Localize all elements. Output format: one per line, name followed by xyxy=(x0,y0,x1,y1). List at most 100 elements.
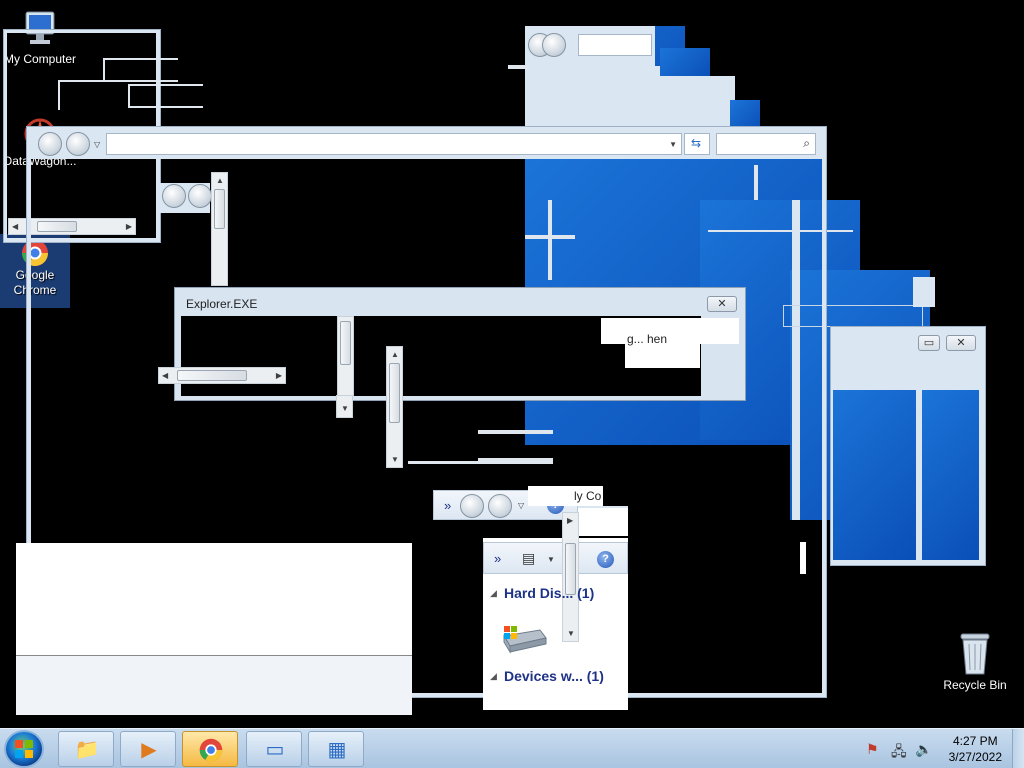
taskbar: 📁 ▶ ▭ ▦ ⚑ 🖧 🔈 4:27 PM 3/27/2022 xyxy=(0,728,1024,768)
hard-disk-icon[interactable] xyxy=(500,624,548,654)
collapse-icon[interactable]: ◢ xyxy=(490,588,497,598)
tree-line xyxy=(128,106,203,108)
recycle-bin-icon xyxy=(960,633,990,675)
recent-pages-icon[interactable]: ▽ xyxy=(94,140,100,150)
title-fragment-text: ly Co xyxy=(574,489,602,503)
content-fragment xyxy=(578,506,628,536)
help-icon[interactable]: ? xyxy=(597,551,614,568)
back-button[interactable] xyxy=(162,184,186,208)
line-fragment xyxy=(508,65,528,69)
close-button[interactable]: ✕ xyxy=(946,335,976,351)
group-header-devices[interactable]: Devices w... (1) xyxy=(504,668,604,684)
chrome-icon xyxy=(199,738,223,762)
vertical-scrollbar[interactable]: ▲ xyxy=(211,172,228,286)
taskbar-explorer-button[interactable]: 📁 xyxy=(58,731,114,767)
taskbar-app-button[interactable]: ▭ xyxy=(246,731,302,767)
app-icon: ▭ xyxy=(265,739,285,761)
forward-button[interactable] xyxy=(188,184,212,208)
scroll-down-arrow-icon[interactable]: ▼ xyxy=(567,629,575,639)
close-button[interactable]: ✕ xyxy=(707,296,737,312)
action-center-icon[interactable]: ⚑ xyxy=(866,741,879,758)
start-button[interactable] xyxy=(4,730,44,768)
back-button[interactable] xyxy=(38,132,62,156)
tree-line xyxy=(58,80,60,110)
status-panel xyxy=(16,655,412,715)
window-edge xyxy=(913,277,935,307)
group-header-hard-disk[interactable]: Hard Dis... (1) xyxy=(504,585,594,601)
content-panel xyxy=(16,543,412,655)
search-icon: ⌕ xyxy=(803,136,810,150)
windows-logo-icon xyxy=(15,740,33,758)
content-fragment xyxy=(601,318,739,344)
clock-date: 3/27/2022 xyxy=(948,750,1002,764)
forward-button[interactable] xyxy=(66,132,90,156)
chevron-icon[interactable]: » xyxy=(444,498,451,513)
tree-line xyxy=(128,84,203,86)
taskbar-media-player-button[interactable]: ▶ xyxy=(120,731,176,767)
network-icon[interactable]: 🖧 xyxy=(891,741,907,765)
search-box[interactable]: ⌕ xyxy=(716,133,816,155)
scrollbar-thumb[interactable] xyxy=(389,363,400,423)
scroll-up-arrow-icon[interactable]: ▲ xyxy=(391,350,399,360)
clock[interactable]: 4:27 PM 3/27/2022 xyxy=(949,733,1002,765)
desktop-icon-recycle-bin[interactable]: Recycle Bin xyxy=(935,630,1015,693)
address-bar[interactable]: ▼ xyxy=(106,133,682,155)
tree-line xyxy=(103,58,105,80)
desktop-icon-label: Recycle Bin xyxy=(943,678,1007,692)
scroll-down-arrow-icon[interactable]: ▼ xyxy=(341,404,349,414)
chevron-icon[interactable]: » xyxy=(494,551,501,566)
scroll-up-arrow-icon[interactable]: ▲ xyxy=(216,176,224,186)
scroll-up-arrow-icon[interactable]: ▶ xyxy=(567,516,573,526)
line-fragment xyxy=(408,461,553,464)
scrollbar-thumb[interactable] xyxy=(340,321,351,365)
window-toolbar xyxy=(525,76,735,126)
address-dropdown-icon[interactable]: ▼ xyxy=(669,140,677,150)
close-icon: ✕ xyxy=(717,298,727,310)
collapse-icon[interactable]: ◢ xyxy=(490,671,497,681)
refresh-icon: ⇆ xyxy=(691,136,702,150)
taskbar-chrome-button[interactable] xyxy=(182,731,238,767)
vertical-scrollbar[interactable]: ▶ ▼ xyxy=(562,512,579,642)
window-toolbar xyxy=(903,358,981,386)
tree-line xyxy=(128,84,130,106)
scrollbar-thumb[interactable] xyxy=(214,189,225,229)
fragment-text: g... hen xyxy=(627,332,668,346)
window-background xyxy=(660,48,710,78)
line-fragment xyxy=(800,542,806,574)
view-options-icon[interactable]: ▤ xyxy=(522,550,535,567)
back-button[interactable] xyxy=(460,494,484,518)
window-background xyxy=(922,390,979,560)
vertical-scrollbar[interactable]: ▼ xyxy=(336,395,353,418)
maximize-button[interactable]: ▭ xyxy=(918,335,940,351)
scroll-left-arrow-icon[interactable]: ◀ xyxy=(12,222,18,232)
scroll-down-arrow-icon[interactable]: ▼ xyxy=(391,455,399,465)
control-panel-toolbar: » ▤ ▼ ? xyxy=(483,542,628,574)
vertical-scrollbar[interactable] xyxy=(337,316,354,396)
control-panel-icon: ▦ xyxy=(327,739,347,761)
scroll-right-arrow-icon[interactable]: ▶ xyxy=(276,371,282,381)
scrollbar-thumb[interactable] xyxy=(177,370,247,381)
clock-time: 4:27 PM xyxy=(952,734,998,748)
horizontal-scrollbar[interactable]: ◀ ▶ xyxy=(158,367,286,384)
line-fragment xyxy=(478,430,553,434)
title-fragment: ly Co xyxy=(528,486,603,506)
tree-line xyxy=(103,58,178,60)
media-player-icon: ▶ xyxy=(141,739,157,761)
tree-line xyxy=(58,80,178,82)
refresh-button[interactable]: ⇆ xyxy=(684,133,710,155)
taskbar-control-panel-button[interactable]: ▦ xyxy=(308,731,364,767)
forward-button[interactable] xyxy=(542,33,566,57)
show-desktop-button[interactable] xyxy=(1012,729,1024,768)
window-background xyxy=(833,390,916,560)
recent-pages-icon[interactable]: ▽ xyxy=(518,501,524,511)
window-title: Explorer.EXE xyxy=(186,297,258,311)
scroll-left-arrow-icon[interactable]: ◀ xyxy=(162,371,168,381)
folder-icon: 📁 xyxy=(74,739,100,761)
volume-icon[interactable]: 🔈 xyxy=(915,741,932,758)
vertical-scrollbar[interactable]: ▲ ▼ xyxy=(386,346,403,468)
address-bar[interactable] xyxy=(578,34,652,56)
view-dropdown-icon[interactable]: ▼ xyxy=(547,555,555,565)
forward-button[interactable] xyxy=(488,494,512,518)
window-background xyxy=(730,100,760,130)
window-toolbar xyxy=(525,66,660,76)
